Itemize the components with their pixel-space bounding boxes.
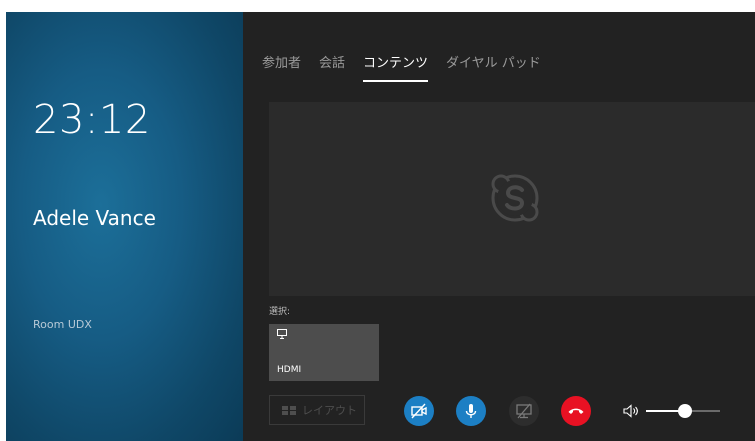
microphone-toggle-button[interactable] [456,396,486,426]
camera-toggle-button[interactable] [404,396,434,426]
volume-slider-track [690,410,720,412]
share-screen-off-icon [516,403,532,419]
skype-logo-icon [491,174,539,222]
layout-button-label: レイアウト [302,404,357,417]
skype-room-window: 23:12 Adele Vance Room UDX 参加者 会話 コンテンツ … [6,12,755,441]
layout-button[interactable]: レイアウト [269,395,365,425]
tab-dial-pad[interactable]: ダイヤル パッド [446,52,541,82]
room-name: Room UDX [33,318,92,331]
volume-slider-thumb[interactable] [678,404,692,418]
content-stage [269,102,755,296]
hang-up-icon [568,408,584,414]
tab-conversation[interactable]: 会話 [319,52,345,82]
volume-slider[interactable] [646,398,726,424]
clock-time: 23:12 [33,97,151,143]
source-tile-hdmi[interactable]: HDMI [269,324,379,381]
tab-bar: 参加者 会話 コンテンツ ダイヤル パッド [262,52,559,82]
sidebar-panel: 23:12 Adele Vance Room UDX [6,12,243,441]
camera-off-icon [411,403,427,419]
select-label: 選択: [269,307,291,317]
monitor-icon [277,329,287,339]
share-screen-button[interactable] [509,396,539,426]
layout-grid-icon [282,405,296,415]
user-name: Adele Vance [33,206,156,230]
volume-slider-fill [646,410,682,412]
tab-participants[interactable]: 参加者 [262,52,301,82]
tab-content[interactable]: コンテンツ [363,52,429,82]
source-tile-label: HDMI [277,365,302,375]
volume-icon[interactable] [623,404,639,418]
microphone-icon [465,404,477,418]
hang-up-button[interactable] [561,396,591,426]
